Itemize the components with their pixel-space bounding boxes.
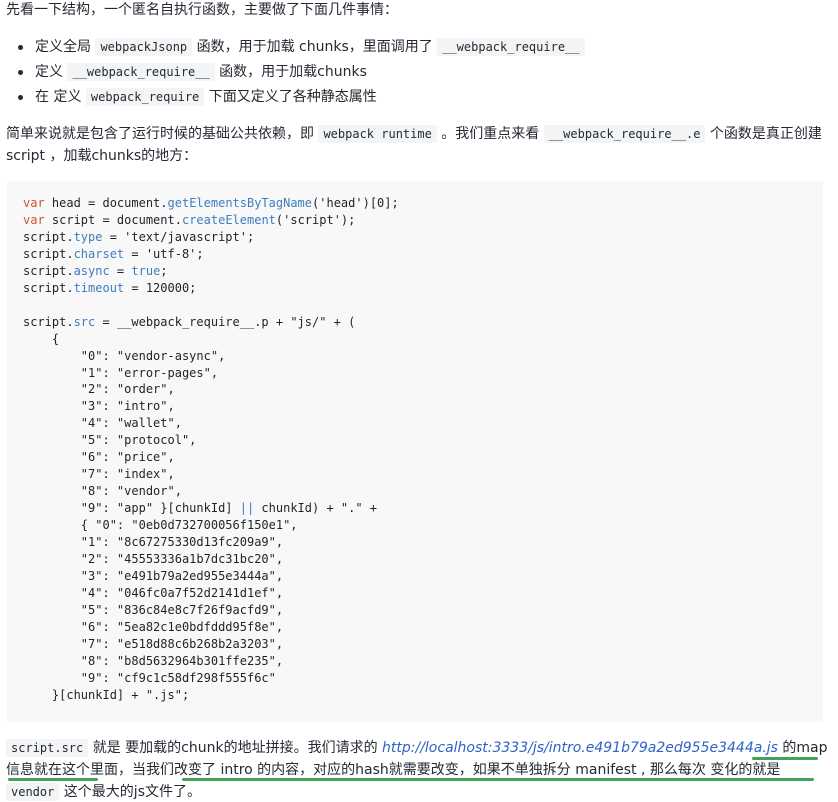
- code-block[interactable]: var head = document.getElementsByTagName…: [7, 181, 823, 722]
- chunk-url-link[interactable]: http://localhost:3333/js/intro.e491b79a2…: [382, 740, 778, 756]
- explanation-paragraph: script.src 就是 要加载的chunk的地址拼接。我们请求的 http:…: [6, 737, 832, 802]
- list-item-text: 下面又定义了各种静态属性: [204, 89, 377, 105]
- list-item-text: 在 定义: [35, 89, 86, 105]
- paragraph-text: 这个最大的js文件了。: [59, 784, 201, 800]
- inline-code: vendor: [6, 783, 60, 801]
- highlight-underline: [752, 757, 818, 760]
- paragraph-text: 。我们重点来看: [436, 126, 544, 142]
- list-item-text: 定义全局: [35, 39, 96, 55]
- inline-code: __webpack_require__.e: [543, 125, 706, 143]
- paragraph-text: 简单来说就是包含了运行时候的基础公共依赖，即: [6, 126, 319, 142]
- inline-code: script.src: [6, 739, 89, 757]
- list-item: 定义 __webpack_require__ 函数，用于加载chunks: [14, 61, 585, 86]
- inline-code: webpack_require: [85, 88, 205, 106]
- inline-code: __webpack_require__: [437, 38, 585, 56]
- inline-code: webpack runtime: [318, 125, 437, 143]
- highlight-underline: [8, 778, 98, 781]
- inline-code: __webpack_require__: [67, 63, 215, 81]
- code-content[interactable]: var head = document.getElementsByTagName…: [23, 195, 399, 704]
- list-item: 定义全局 webpackJsonp 函数，用于加载 chunks，里面调用了 _…: [14, 36, 585, 61]
- runtime-paragraph: 简单来说就是包含了运行时候的基础公共依赖，即 webpack runtime 。…: [6, 123, 832, 167]
- list-item-text: 定义: [35, 64, 68, 80]
- list-item-text: 函数，用于加载chunks: [214, 64, 367, 80]
- paragraph-text: 就是 要加载的chunk的地址拼接。我们请求的: [88, 740, 383, 756]
- list-item: 在 定义 webpack_require 下面又定义了各种静态属性: [14, 86, 585, 111]
- inline-code: webpackJsonp: [95, 38, 193, 56]
- intro-paragraph: 先看一下结构，一个匿名自执行函数，主要做了下面几件事情：: [6, 2, 398, 18]
- highlight-underline: [182, 778, 814, 781]
- list-item-text: 函数，用于加载 chunks，里面调用了: [192, 39, 438, 55]
- feature-list: 定义全局 webpackJsonp 函数，用于加载 chunks，里面调用了 _…: [14, 36, 585, 111]
